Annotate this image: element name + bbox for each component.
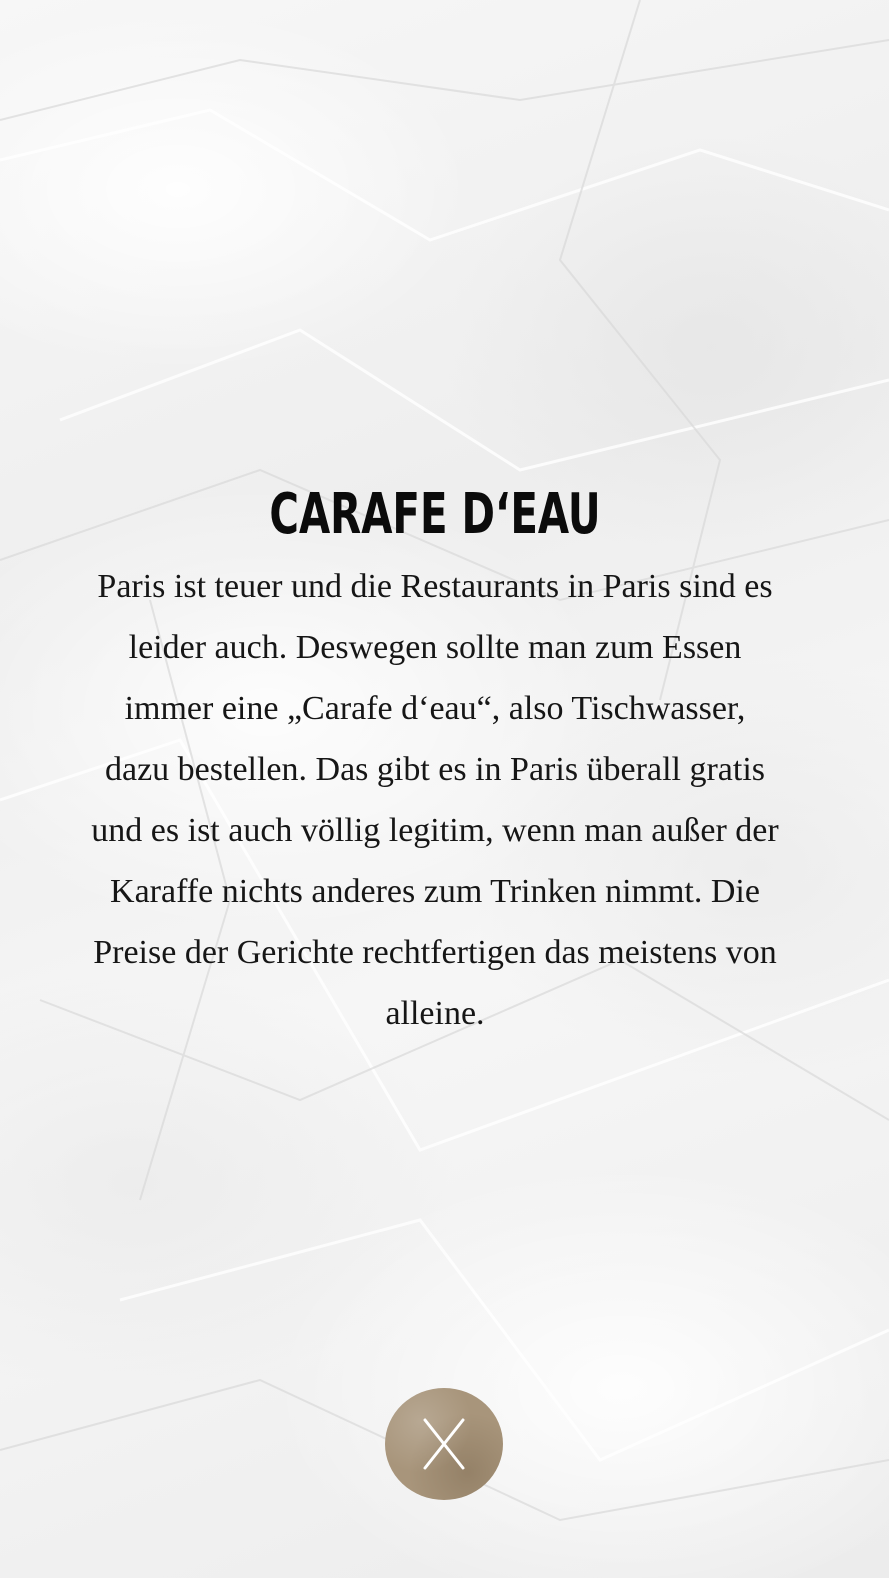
card-title: CARAFE D‘EAU <box>269 482 601 547</box>
card-body-text: Paris ist teuer und die Restaurants in P… <box>91 568 779 1032</box>
close-button[interactable] <box>385 1388 503 1500</box>
close-icon <box>421 1417 467 1471</box>
info-card: CARAFE D‘EAU Paris ist teuer und die Res… <box>90 478 780 1044</box>
